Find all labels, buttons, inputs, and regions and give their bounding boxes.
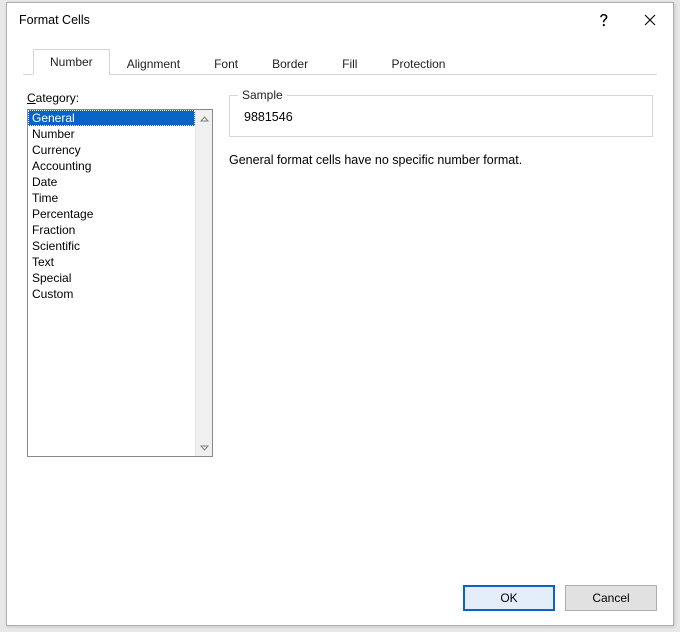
titlebar: Format Cells (7, 3, 673, 37)
category-label: Category: (27, 91, 213, 105)
tab-font[interactable]: Font (197, 51, 255, 75)
close-button[interactable] (627, 3, 673, 37)
category-item-time[interactable]: Time (28, 190, 195, 206)
tabstrip: Number Alignment Font Border Fill Protec… (23, 49, 657, 75)
tab-protection[interactable]: Protection (374, 51, 462, 75)
category-item-fraction[interactable]: Fraction (28, 222, 195, 238)
close-icon (644, 14, 656, 26)
category-column: Category: General Number Currency Accoun… (27, 91, 213, 571)
category-item-special[interactable]: Special (28, 270, 195, 286)
listbox-scrollbar[interactable] (195, 110, 212, 456)
ok-button[interactable]: OK (463, 585, 555, 611)
tab-label: Protection (391, 57, 445, 71)
format-cells-dialog: Format Cells Number Alignment Font Borde… (6, 2, 674, 626)
category-item-number[interactable]: Number (28, 126, 195, 142)
sample-legend: Sample (238, 88, 287, 102)
tab-fill[interactable]: Fill (325, 51, 374, 75)
tab-label: Fill (342, 57, 357, 71)
category-item-custom[interactable]: Custom (28, 286, 195, 302)
chevron-up-icon (200, 116, 209, 122)
category-item-text[interactable]: Text (28, 254, 195, 270)
help-icon (598, 13, 610, 27)
content: Category: General Number Currency Accoun… (7, 75, 673, 571)
tab-number[interactable]: Number (33, 49, 110, 75)
button-row: OK Cancel (7, 571, 673, 625)
tab-label: Number (50, 55, 93, 69)
category-listbox[interactable]: General Number Currency Accounting Date … (27, 109, 213, 457)
tab-label: Border (272, 57, 308, 71)
category-listitems: General Number Currency Accounting Date … (28, 110, 195, 456)
category-item-currency[interactable]: Currency (28, 142, 195, 158)
dialog-title: Format Cells (19, 13, 90, 27)
tab-border[interactable]: Border (255, 51, 325, 75)
scroll-down-button[interactable] (196, 439, 212, 456)
chevron-down-icon (200, 445, 209, 451)
tab-alignment[interactable]: Alignment (110, 51, 197, 75)
sample-fieldset: Sample 9881546 (229, 95, 653, 137)
sample-value: 9881546 (240, 110, 642, 124)
category-item-scientific[interactable]: Scientific (28, 238, 195, 254)
right-column: Sample 9881546 General format cells have… (229, 91, 653, 571)
category-item-general[interactable]: General (28, 110, 195, 126)
cancel-button[interactable]: Cancel (565, 585, 657, 611)
tabs-wrap: Number Alignment Font Border Fill Protec… (7, 37, 673, 75)
help-button[interactable] (581, 3, 627, 37)
category-item-accounting[interactable]: Accounting (28, 158, 195, 174)
tab-label: Font (214, 57, 238, 71)
scroll-up-button[interactable] (196, 110, 212, 127)
category-item-percentage[interactable]: Percentage (28, 206, 195, 222)
format-description: General format cells have no specific nu… (229, 153, 653, 167)
tab-label: Alignment (127, 57, 180, 71)
category-item-date[interactable]: Date (28, 174, 195, 190)
